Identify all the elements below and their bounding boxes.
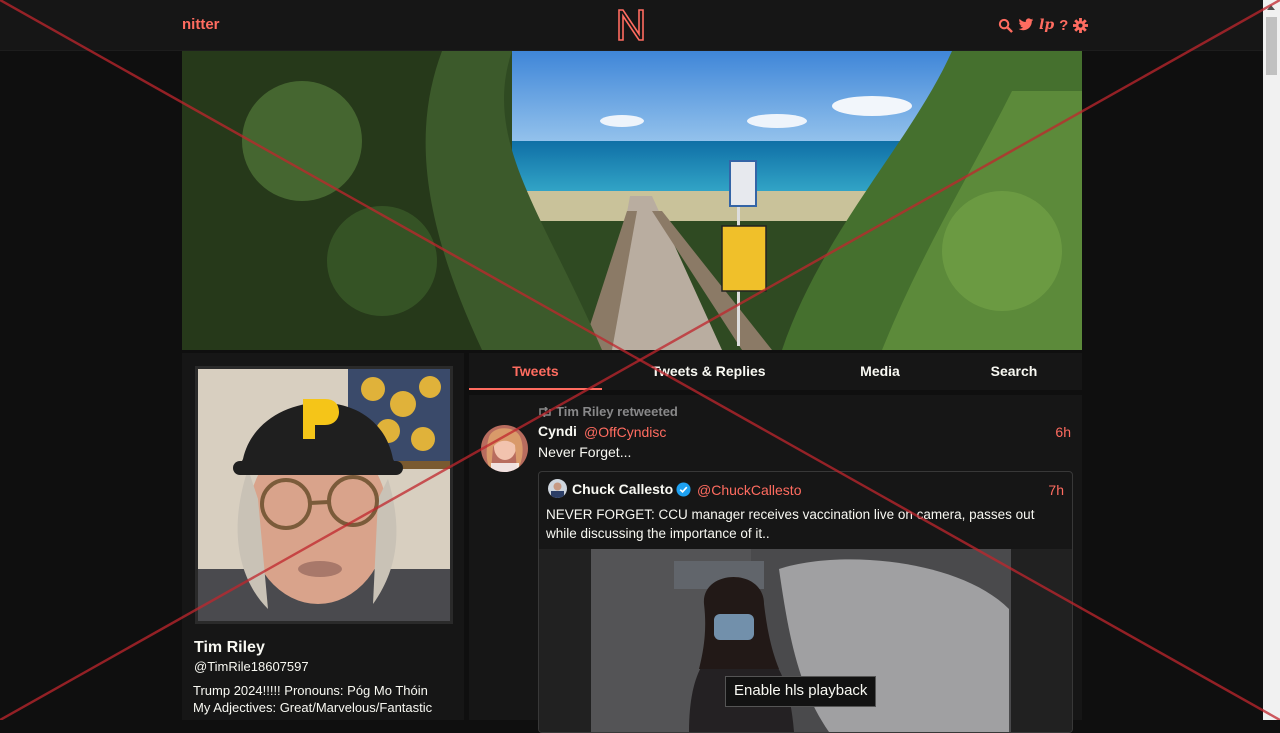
tweet-time[interactable]: 6h xyxy=(1055,424,1071,440)
verified-badge-icon xyxy=(676,482,691,497)
retweet-icon xyxy=(539,406,551,417)
nitter-logo-icon[interactable] xyxy=(617,8,645,42)
banner-image xyxy=(182,51,1082,350)
quote-text: NEVER FORGET: CCU manager receives vacci… xyxy=(546,507,1035,541)
tweet-text: Never Forget... xyxy=(538,444,632,460)
tweet-username[interactable]: @OffCyndisc xyxy=(584,424,666,440)
quote-time[interactable]: 7h xyxy=(1048,482,1064,498)
tab-search[interactable]: Search xyxy=(974,353,1054,390)
profile-bio: Trump 2024!!!!! Pronouns: Póg Mo Thóin M… xyxy=(193,682,463,716)
quote-username[interactable]: @ChuckCallesto xyxy=(697,482,801,498)
tweet-avatar[interactable] xyxy=(481,425,528,472)
profile-fullname[interactable]: Tim Riley xyxy=(194,639,265,657)
enable-hls-playback-button[interactable]: Enable hls playback xyxy=(725,676,877,707)
tab-tweets[interactable]: Tweets xyxy=(469,353,602,390)
brand-link[interactable]: nitter xyxy=(182,16,220,33)
timeline-tabs: Tweets Tweets & Replies Media Search xyxy=(469,353,1082,390)
settings-gear-icon[interactable] xyxy=(1073,17,1089,33)
navbar: nitter lp ? xyxy=(0,0,1263,51)
scroll-up-arrow-icon[interactable] xyxy=(1267,5,1275,10)
scrollbar-thumb[interactable] xyxy=(1266,17,1277,75)
bio-line: Trump 2024!!!!! Pronouns: Póg Mo Thóin xyxy=(193,683,428,698)
tab-tweets-replies[interactable]: Tweets & Replies xyxy=(635,353,782,390)
liberapay-icon[interactable]: lp xyxy=(1039,17,1054,33)
profile-username[interactable]: @TimRile18607597 xyxy=(194,659,309,674)
video-player[interactable]: Enable hls playback xyxy=(539,549,1072,732)
profile-card: Tim Riley @TimRile18607597 Trump 2024!!!… xyxy=(182,353,464,720)
profile-banner[interactable] xyxy=(182,51,1082,350)
page-scrollbar[interactable] xyxy=(1263,0,1280,720)
quote-fullname[interactable]: Chuck Callesto xyxy=(572,481,673,497)
twitter-bird-icon[interactable] xyxy=(1018,18,1034,32)
bio-line: My Adjectives: Great/Marvelous/Fantastic xyxy=(193,700,433,715)
tweet-fullname[interactable]: Cyndi xyxy=(538,423,577,439)
help-icon[interactable]: ? xyxy=(1059,17,1068,34)
tab-media[interactable]: Media xyxy=(841,353,919,390)
nav-icons: lp ? xyxy=(998,16,1089,34)
quote-avatar[interactable] xyxy=(548,479,567,498)
retweet-header[interactable]: Tim Riley retweeted xyxy=(538,404,678,419)
avatar-frame xyxy=(195,366,453,624)
avatar[interactable] xyxy=(198,369,450,621)
timeline: Tim Riley retweeted Cyndi @OffCyndisc 6h… xyxy=(469,395,1082,733)
retweet-header-text: Tim Riley retweeted xyxy=(556,404,678,419)
quoted-tweet[interactable]: Chuck Callesto @ChuckCallesto 7h NEVER F… xyxy=(538,471,1073,733)
search-icon[interactable] xyxy=(998,18,1013,33)
